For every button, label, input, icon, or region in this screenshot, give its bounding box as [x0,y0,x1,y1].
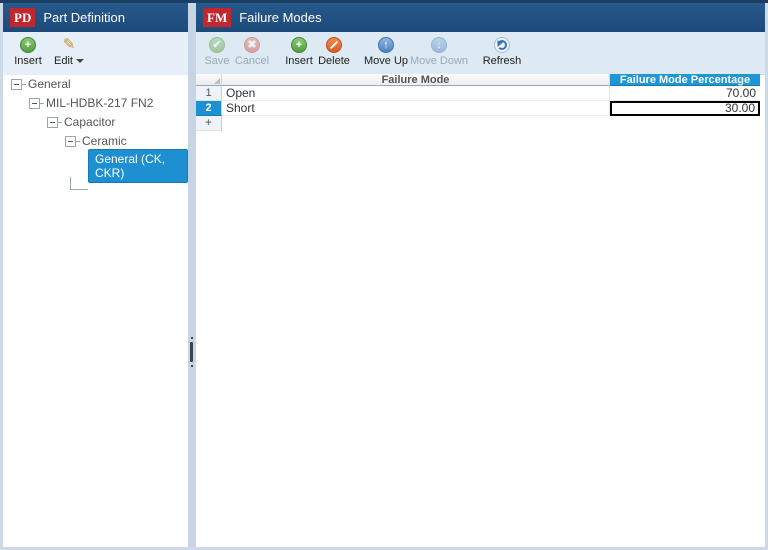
failure-modes-toolbar: ✔ Save ✖ Cancel + Insert Delete ↑ Move U… [196,32,765,75]
failure-modes-badge: FM [203,8,231,27]
tree-tail-line [76,141,80,142]
tree-item-label: MIL-HDBK-217 FN2 [46,96,153,110]
table-new-row[interactable]: + [196,116,760,131]
tree-connector-line [70,177,88,190]
delete-button[interactable]: Delete [316,37,352,67]
chevron-down-icon [76,59,84,63]
tree-insert-button[interactable]: + Insert [11,37,45,67]
move-up-button[interactable]: ↑ Move Up [361,37,411,67]
tree-item-capacitor[interactable]: Capacitor [47,115,115,129]
insert-plus-icon: + [291,37,307,53]
empty-cell [222,116,610,131]
failure-modes-header: FM Failure Modes [196,3,765,32]
tree-tail-line [22,84,26,85]
part-definition-toolbar: + Insert ✎ Edit [3,32,188,75]
tree-edit-button[interactable]: ✎ Edit [49,37,89,67]
tree-item-label: General [28,77,71,91]
add-row-cell[interactable]: + [196,116,222,131]
move-up-label: Move Up [364,55,408,67]
part-definition-title: Part Definition [43,10,125,25]
cancel-x-icon: ✖ [244,37,260,53]
table-row[interactable]: 1 Open 70.00 [196,86,760,101]
percentage-cell-focused[interactable]: 30.00 [610,101,760,116]
tree-tail-line [40,103,44,104]
delete-label: Delete [318,55,350,67]
failure-modes-panel: ✔ Save ✖ Cancel + Insert Delete ↑ Move U… [196,32,765,547]
failure-mode-cell[interactable]: Open [222,86,610,101]
percentage-cell[interactable]: 70.00 [610,86,760,101]
table-header-row: Failure Mode Failure Mode Percentage [196,74,760,86]
splitter-dot [191,337,193,339]
tree-item-mil-hdbk-217[interactable]: MIL-HDBK-217 FN2 [29,96,153,110]
column-header-failure-mode-percentage[interactable]: Failure Mode Percentage [610,74,760,86]
pencil-icon: ✎ [63,37,76,53]
table-corner-cell[interactable] [196,74,222,86]
insert-button[interactable]: + Insert [282,37,316,67]
save-label: Save [204,55,229,67]
part-definition-header: PD Part Definition [3,3,188,32]
failure-modes-table: Failure Mode Failure Mode Percentage 1 O… [196,74,760,131]
failure-mode-cell[interactable]: Short [222,101,610,116]
tree-tail-line [58,122,62,123]
move-down-button[interactable]: ↓ Move Down [408,37,470,67]
insert-label: Insert [285,55,313,67]
row-number-cell-selected[interactable]: 2 [196,101,222,116]
move-down-label: Move Down [410,55,468,67]
refresh-icon [494,37,510,53]
tree-item-general[interactable]: General [11,77,71,91]
collapse-icon[interactable] [11,79,22,90]
delete-slash-icon [326,37,342,53]
tree-item-label: Capacitor [64,115,115,129]
tree-item-ceramic[interactable]: Ceramic [65,134,127,148]
cancel-button[interactable]: ✖ Cancel [232,37,272,67]
part-definition-panel: + Insert ✎ Edit General MIL-HDBK-217 FN2… [3,32,188,547]
tree-item-general-ck-ckr[interactable]: General (CK, CKR) [88,149,188,183]
refresh-label: Refresh [483,55,522,67]
splitter-dot [191,365,193,367]
splitter-drag-handle[interactable] [190,342,193,362]
tree-item-label: Ceramic [82,134,127,148]
save-button[interactable]: ✔ Save [202,37,232,67]
column-header-failure-mode[interactable]: Failure Mode [222,74,610,86]
row-number-cell[interactable]: 1 [196,86,222,101]
table-row-selected[interactable]: 2 Short 30.00 [196,101,760,116]
insert-plus-icon: + [20,37,36,53]
failure-modes-title: Failure Modes [239,10,321,25]
save-check-icon: ✔ [209,37,225,53]
empty-cell [610,116,760,131]
collapse-icon[interactable] [47,117,58,128]
arrow-up-icon: ↑ [378,37,394,53]
part-definition-badge: PD [10,8,35,27]
corner-triangle-icon [214,78,220,84]
cancel-label: Cancel [235,55,269,67]
collapse-icon[interactable] [29,98,40,109]
arrow-down-icon: ↓ [431,37,447,53]
collapse-icon[interactable] [65,136,76,147]
tree-edit-label: Edit [54,55,73,67]
panel-splitter[interactable] [188,3,196,547]
refresh-button[interactable]: Refresh [480,37,524,67]
tree-insert-label: Insert [14,55,42,67]
selected-tree-item[interactable]: General (CK, CKR) [88,149,188,183]
